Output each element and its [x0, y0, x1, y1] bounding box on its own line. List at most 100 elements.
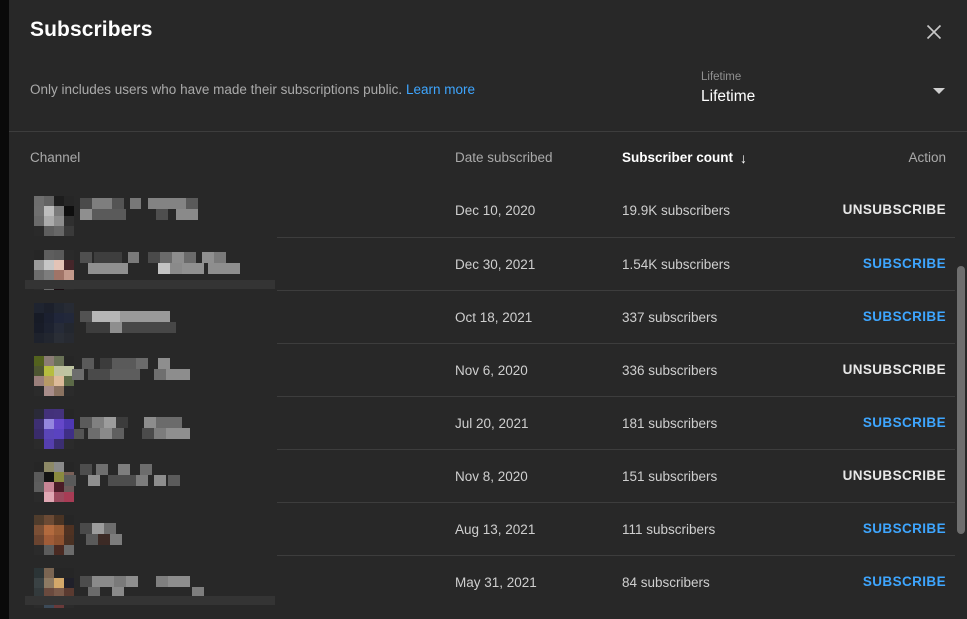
avatar-pixel-block: [54, 462, 64, 472]
learn-more-link[interactable]: Learn more: [406, 82, 475, 97]
channel-name-pixel-block: [118, 464, 130, 475]
avatar-pixel-block: [54, 535, 64, 545]
avatar-pixel-block: [54, 492, 64, 502]
avatar-pixel-block: [44, 250, 54, 260]
unsubscribe-button[interactable]: UNSUBSCRIBE: [843, 468, 946, 483]
avatar-pixel-block: [34, 260, 44, 270]
period-selector-label: Lifetime: [701, 71, 742, 83]
avatar-pixel-block: [64, 333, 74, 343]
subscribe-button[interactable]: SUBSCRIBE: [863, 256, 946, 271]
subscribe-button[interactable]: SUBSCRIBE: [863, 415, 946, 430]
channel-cell[interactable]: [30, 450, 430, 503]
avatar-pixel-block: [34, 439, 44, 449]
avatar-pixel-block: [44, 226, 54, 236]
channel-name-pixel-block: [86, 322, 110, 333]
channel-cell[interactable]: [30, 503, 430, 556]
channel-name-pixel-block: [92, 523, 104, 534]
avatar-pixel-block: [34, 270, 44, 280]
channel-name-pixel-block: [172, 252, 184, 263]
avatar-pixel-block: [64, 535, 74, 545]
avatar-pixel-block: [54, 409, 64, 419]
subscribe-button[interactable]: SUBSCRIBE: [863, 309, 946, 324]
column-header-subscriber-count[interactable]: Subscriber count ↓: [622, 150, 747, 166]
avatar-pixel-block: [64, 206, 74, 216]
avatar-pixel-block: [44, 482, 54, 492]
avatar-pixel-block: [54, 196, 64, 206]
channel-name-pixel-block: [92, 209, 126, 220]
avatar-pixel-block: [44, 303, 54, 313]
unsubscribe-button[interactable]: UNSUBSCRIBE: [843, 362, 946, 377]
avatar-pixel-block: [64, 356, 74, 366]
table-row[interactable]: Dec 10, 2020 19.9K subscribers UNSUBSCRIBE: [9, 183, 967, 237]
subscriber-count-cell: 181 subscribers: [622, 416, 718, 431]
sort-descending-icon: ↓: [740, 150, 748, 166]
avatar-pixel-block: [64, 226, 74, 236]
period-selector[interactable]: Lifetime Lifetime: [693, 66, 949, 116]
avatar-pixel-block: [34, 578, 44, 588]
channel-name-pixel-block: [154, 369, 166, 380]
avatar-pixel-block: [64, 578, 74, 588]
channel-name-pixel-block: [142, 428, 154, 439]
avatar-pixel-block: [54, 356, 64, 366]
table-header-row: Channel Date subscribed Subscriber count…: [9, 132, 967, 184]
avatar-pixel-block: [44, 366, 54, 376]
avatar-pixel-block: [34, 216, 44, 226]
avatar-pixel-block: [44, 515, 54, 525]
avatar-pixel-block: [54, 439, 64, 449]
avatar-pixel-block: [64, 260, 74, 270]
avatar-pixel-block: [34, 356, 44, 366]
channel-name-pixel-block: [88, 369, 110, 380]
avatar-pixel-block: [64, 492, 74, 502]
avatar-pixel-block: [54, 270, 64, 280]
channel-cell[interactable]: [30, 344, 430, 397]
privacy-notice-text: Only includes users who have made their …: [30, 82, 403, 97]
channel-cell[interactable]: [30, 184, 430, 237]
table-row[interactable]: Aug 13, 2021 111 subscribers SUBSCRIBE: [9, 502, 967, 555]
channel-name-pixel-block: [154, 475, 166, 486]
close-button[interactable]: [916, 14, 952, 50]
avatar-pixel-block: [54, 323, 64, 333]
subscribe-button[interactable]: SUBSCRIBE: [863, 574, 946, 589]
avatar-pixel-block: [64, 545, 74, 555]
avatar-pixel-block: [44, 535, 54, 545]
table-scrollbar-thumb[interactable]: [957, 266, 965, 534]
unsubscribe-button[interactable]: UNSUBSCRIBE: [843, 202, 946, 217]
avatar-pixel-block: [64, 216, 74, 226]
avatar-pixel-block: [34, 206, 44, 216]
avatar-pixel-block: [44, 313, 54, 323]
channel-name-pixel-block: [208, 263, 240, 274]
channel-name-pixel-block: [170, 263, 182, 274]
table-row[interactable]: Jul 20, 2021 181 subscribers SUBSCRIBE: [9, 396, 967, 449]
column-header-channel[interactable]: Channel: [30, 150, 80, 165]
subscribers-table: Channel Date subscribed Subscriber count…: [9, 132, 967, 619]
channel-name-pixel-block: [98, 534, 110, 545]
avatar-pixel-block: [54, 386, 64, 396]
channel-name-pixel-block: [148, 198, 186, 209]
channel-name-pixel-block: [122, 322, 176, 333]
table-row[interactable]: Nov 8, 2020 151 subscribers UNSUBSCRIBE: [9, 449, 967, 502]
avatar-pixel-block: [34, 515, 44, 525]
channel-cell[interactable]: [30, 397, 430, 450]
avatar-pixel-block: [54, 578, 64, 588]
channel-name-pixel-block: [80, 311, 92, 322]
avatar-pixel-block: [34, 313, 44, 323]
channel-name-pixel-block: [184, 252, 196, 263]
channel-name-pixel-block: [112, 198, 124, 209]
channel-cell[interactable]: [30, 291, 430, 344]
avatar-pixel-block: [64, 439, 74, 449]
date-subscribed-cell: Nov 8, 2020: [455, 469, 528, 484]
date-subscribed-cell: Nov 6, 2020: [455, 363, 528, 378]
subscribe-button[interactable]: SUBSCRIBE: [863, 521, 946, 536]
table-scrollbar-track[interactable]: [955, 132, 967, 619]
column-header-date-subscribed[interactable]: Date subscribed: [455, 150, 553, 165]
channel-name-pixel-block: [148, 252, 160, 263]
avatar-pixel-block: [44, 356, 54, 366]
avatar-pixel-block: [34, 386, 44, 396]
avatar-pixel-block: [54, 376, 64, 386]
date-subscribed-cell: May 31, 2021: [455, 575, 537, 590]
table-row[interactable]: Oct 18, 2021 337 subscribers SUBSCRIBE: [9, 290, 967, 343]
channel-name-pixel-block: [80, 209, 92, 220]
column-header-action: Action: [908, 150, 946, 165]
table-row[interactable]: Nov 6, 2020 336 subscribers UNSUBSCRIBE: [9, 343, 967, 396]
avatar-pixel-block: [44, 525, 54, 535]
